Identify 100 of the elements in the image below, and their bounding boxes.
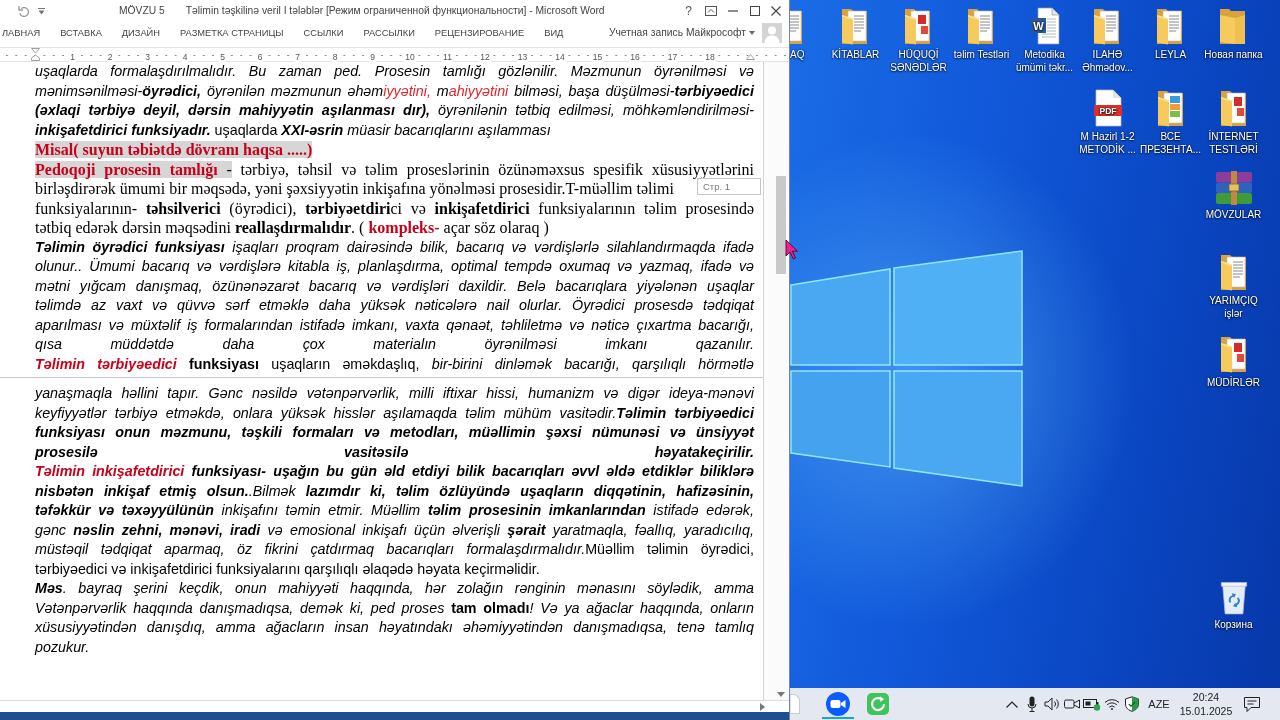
text-line: inkişafetdirici funksiyadır. uşaqlarda XXI-əsrin müasir bacarıqlarını aşılamması [35, 120, 551, 140]
wifi-icon[interactable] [1104, 698, 1120, 710]
maximize-icon[interactable] [750, 6, 760, 16]
folder-icon [1218, 253, 1249, 291]
ruler-number: 10 [404, 52, 416, 62]
ruler-number: 17 [666, 52, 679, 62]
text-line: yanaşmaqla həllini tapır. Gənc nəsildə vətənpərvərlik, milli iftixar hissi, humanizm və digər ideya-mənəvi [35, 384, 754, 403]
text-line: tətbiq edərək dərsin məqsədini reallaşdırmalıdır. ( kompleks- açar söz olaraq ) [35, 218, 549, 238]
folder-icon [1218, 89, 1249, 127]
ribbon-tab[interactable]: ВСТАВКА [59, 24, 103, 42]
undo-icon[interactable] [18, 5, 30, 17]
ruler-number: 14 [554, 52, 566, 62]
close-icon[interactable] [771, 6, 781, 16]
text-line: (əxlaqi tərbiyə deyil, dərsin mahiyyətin aşılanması dır), öyrənilənin tətbiq edilməsi, möhkəmləndirilməsi- [35, 101, 754, 120]
document-name: MÖVZU 5 [119, 4, 165, 19]
microphone-icon[interactable] [1027, 696, 1037, 712]
window-title: Təlimin təşkilinə veril I tələblər [Режим ограниченной функциональности] - Microsoft Word [185, 4, 605, 19]
ribbon-tab[interactable]: РЕЦЕНЗИРОВАНИЕ [433, 24, 526, 42]
ribbon-tab[interactable]: ВИД [543, 24, 565, 42]
clock[interactable]: 20:24 15.01.2025 [1178, 690, 1234, 718]
desktop-shortcut[interactable]: HÜQUQİ SƏNƏDLƏR [890, 7, 947, 74]
desktop-shortcut[interactable]: ВСЕ ПРЕЗЕНТА... [1140, 89, 1201, 156]
desktop-shortcut[interactable]: MÖVZULAR [1205, 171, 1262, 222]
text-line: Pedoqoji prosesin tamlığı - tərbiyə, təhsil və təlim proseslərinin özünəməxsus spesifik xüsusiyyətlərini [35, 159, 754, 179]
text-line: tərbiyəedici və inkişafetdirici funksiyalarını qarşılıqlı əlaqədə həyata keçirməlidir. [35, 559, 540, 579]
text-line: funksiyalarının- təhsilverici (öyrədici), tərbiyəetdirici və inkişafetdirici funksiyalarının təlim prosesində [35, 198, 754, 218]
notification-icon[interactable] [1244, 696, 1260, 712]
webcam-icon[interactable] [1064, 698, 1080, 710]
text-line: pozukur. [35, 637, 90, 657]
ruler-number: 18 [704, 52, 716, 62]
text-line: təlimdə az vaxt və qüvvə sərf etməklə daha yüksək nəticələrə nail olurlar. Öyrədici prosesdə tədqiqat [35, 296, 754, 315]
desktop-shortcut[interactable]: PDF M Hazirl 1-2 METODİK ... [1079, 89, 1136, 156]
desktop-shortcut[interactable]: YARIMÇIQ işlər [1209, 253, 1258, 320]
text-line: funksiyası onun məzmunu, təşkili formaları və metodları, müəllimin şəxsi nümunəsi və ünsiyyət [35, 423, 754, 442]
text-line: keyfiyyətlər tərbiyə etməkdə, onlara yüksək hisslər aşılamaqda təlim mühüm vasitədir.Təlimin tərbiyəedici [35, 403, 754, 423]
text-line: aparılması və müxtəlif iş formalarından istifadə imkanı, vaxta qənaət, təhliletmə və nəticə çıxartma bacarığı, [35, 315, 754, 335]
ruler[interactable]: 1 2 3 4 5 6 7 8 9 10 11 12 13 14 15 16 17 18 [0, 47, 789, 62]
text-line: mətni yığcam danışmaq, özünənəzarət bacarıq və vərdişləri daxildir. Belə bacarıqlara yiyələnən uşaqlar [35, 276, 754, 296]
ruler-number: 4 [181, 52, 189, 62]
text-line: təfəkkür və təxəyyülünün inkişafını təmin etmir. Müəllim təlim prosesinin imkanlarından istifadə edərək, [35, 501, 754, 520]
video-camera-app-icon[interactable] [826, 692, 850, 716]
scroll-down-icon[interactable] [777, 692, 785, 697]
desktop-shortcut[interactable]: AQ [790, 7, 805, 62]
desktop-shortcut[interactable]: təlim Testləri [953, 7, 1010, 62]
archive-icon [1214, 171, 1253, 205]
text-line: uşaqlarda formalaşdırılmalıdır. Bu zaman ped. Prosesin tamlığı gözlənilir. Məzmunun öyrənilməsi və [35, 62, 754, 81]
account-name[interactable]: Учетная запись Майкрософт [608, 25, 746, 41]
text-line: nisbətən inkişaf etmiş olsun..Bilmək lazımdır ki, təlim özlüyündə uşaqların diqqətinin, hafizəsinin, [35, 481, 754, 501]
text-line: olunur.. Ümumi bacarıq və vərdişlərə kitabla iş, planlaşdırma, optimal tempdə oxumaq və yazmaq, ifadə və [35, 257, 754, 276]
ruler-number: 9 [369, 52, 376, 62]
desktop-shortcut[interactable]: Новая папка [1204, 7, 1263, 62]
scroll-right-icon[interactable] [760, 702, 765, 711]
text-line: Təlimin tərbiyəedici funksiyası uşaqların əməkdaşlıq, bir-birini dinləmək bacarığı, qarşılıqlı hörmətlə [35, 354, 754, 374]
ribbon-tab[interactable]: ЛАВНАЯ [1, 24, 42, 42]
folder-icon [1155, 89, 1186, 127]
ribbon-options-icon[interactable] [705, 6, 717, 16]
page-tooltip: Стр. 1 [696, 178, 761, 195]
help-button[interactable]: ? [685, 5, 692, 17]
ruler-number: 6 [256, 52, 264, 62]
text-line: Vətənpərvərlik haqqında danışmadıqsa, demək ki, ped proses tam olmadı! Və ya ağaclar haqqında, onların [35, 598, 754, 618]
language-indicator[interactable]: AZE [1144, 695, 1174, 713]
ribbon-tab[interactable]: РАССЫЛКИ [362, 24, 416, 42]
scrollbar-thumb[interactable] [776, 176, 786, 274]
ruler-number: 11 [442, 52, 453, 62]
desktop-shortcut[interactable]: MÜDİRLƏR [1206, 335, 1261, 390]
recycle-bin-icon [1218, 579, 1249, 615]
ruler-number: 2 [106, 52, 114, 62]
ruler-number: 1 [69, 52, 76, 62]
pdf-file-icon: PDF [1092, 89, 1123, 127]
ruler-number: 15 [591, 52, 604, 62]
desktop-shortcut[interactable]: KİTABLAR [831, 7, 880, 62]
indent-marker-icon[interactable] [31, 48, 40, 61]
ribbon-tab[interactable]: РАЗМЕТКА СТРАНИЦЫ [179, 24, 285, 42]
desktop-shortcut[interactable]: İNTERNET TESTLƏRİ [1208, 89, 1259, 156]
text-line: prosesilə vasitəsilə həyatakeçirilir. [35, 442, 754, 462]
ruler-number: 3 [144, 52, 151, 62]
customize-icon[interactable] [38, 7, 45, 15]
desktop-shortcut[interactable]: Корзина [1214, 579, 1253, 632]
battery-icon[interactable] [1083, 697, 1101, 711]
text-line: qısa müddətdə daha çox materialın öyrənilməsi imkanı qazanılır. [35, 335, 754, 354]
ruler-number: 16 [629, 52, 641, 62]
text-line: gənc nəslin zehni, mənəvi, iradi və emosional inkişafı üçün əlverişli şərait yaratmaqla, fəallıq, yaradıcılıq, [35, 520, 754, 540]
vertical-scrollbar[interactable] [763, 62, 789, 700]
text-line: Məs. bayraq şerini keçdik, onun mahiyyəti haqqında, hər zolağın rənginin mənasını söylədik, amma [35, 579, 754, 598]
desktop-shortcut[interactable]: LEYLA [1154, 7, 1187, 62]
speaker-icon[interactable] [1044, 697, 1060, 711]
chevron-up-icon[interactable] [1006, 700, 1018, 708]
ruler-number: 12 [479, 52, 491, 62]
desktop-shortcut[interactable]: ILAHƏ Əhmədov... [1082, 7, 1133, 74]
desktop-shortcut[interactable]: W Metodika ümümi təkr... [1015, 7, 1074, 74]
ruler-number: 8 [331, 52, 339, 62]
ruler-number: 5 [219, 52, 226, 62]
indent-marker-icon[interactable] [746, 54, 755, 60]
folder-icon [1218, 335, 1249, 373]
ribbon-tab[interactable]: ССЫЛКИ [302, 24, 345, 42]
ribbon-tab[interactable]: ДИЗАЙН [120, 24, 162, 42]
text-line: xüsusiyyətindən danışdıq, amma ağacların insan həyatındakı əhəmiyyətindən danışmadıqsa, tenə tamlıq [35, 618, 754, 637]
text-line: Təlimin inkişafetdirici funksiyası- uşağın bu gün əld etdiyi bilik bacarıqları əvvl əldə etdiklər biliklərə [35, 462, 754, 481]
shield-icon[interactable] [1124, 696, 1140, 712]
caret-icon[interactable] [749, 31, 755, 35]
